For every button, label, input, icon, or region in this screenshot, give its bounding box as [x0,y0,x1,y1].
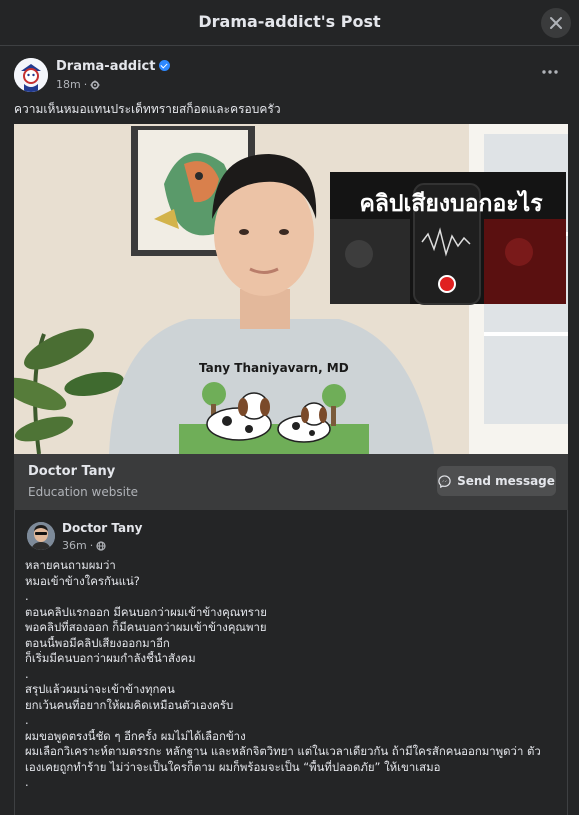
page-link-card[interactable]: Doctor Tany Education website Send messa… [14,454,568,510]
post-caption: ความเห็นหมอแทนประเด็ททรายสก็อตและครอบครั… [14,102,281,116]
send-message-label: Send message [457,474,555,488]
video-thumbnail[interactable]: คลิปเสียงบอกอะไร Tany Thaniyavarn, MD [14,124,568,454]
close-button[interactable] [541,8,571,38]
page-name[interactable]: Drama-addict [56,59,171,74]
post-text-line: หลายคนถามผมว่า [25,558,116,572]
more-icon [542,70,558,74]
post-text-line: ก็เริ่มมีคนบอกว่าผมกำลังชี้นำสังคม [25,651,196,665]
post-text-line: ยกเว้นคนที่อยากให้ผมคิดเหมือนตัวเองครับ [25,697,234,712]
post-text-line: หมอเข้าข้างใครกันแน่? [25,573,140,588]
page-name-label: Drama-addict [56,59,156,74]
page-avatar[interactable] [14,58,48,92]
modal-title: Drama-addict's Post [198,12,381,31]
post-time[interactable]: 18m [56,78,81,91]
post-text-line: ตอนนี้พอมีคลิปเสียงออกมาอีก [25,635,170,650]
post-text-line: เองเคยถูกทำร้าย ไม่ว่าจะเป็นใครก็ตาม ผมก… [25,759,441,774]
shared-author-avatar[interactable] [27,522,55,550]
post-header: Drama-addict 18m · [14,57,564,97]
post-text-line: ผมเลือกวิเคราะห์ตามตรรกะ หลักฐาน และหลัก… [25,744,541,758]
shared-author-name[interactable]: Doctor Tany [62,521,143,535]
post-text-line: สรุปแล้วผมน่าจะเข้าข้างทุกคน [25,682,175,696]
link-card-title[interactable]: Doctor Tany [28,464,115,479]
video-overlay-title: คลิปเสียงบอกอะไร [359,191,543,217]
post-text-line: . [25,713,29,727]
more-options-button[interactable] [538,63,562,83]
link-card-subtitle: Education website [28,485,139,499]
verified-badge-icon [159,60,171,71]
post-meta: 18m · [56,78,100,91]
shirt-name-text: Tany Thaniyavarn, MD [199,361,349,375]
shared-post-meta: 36m · [62,539,106,552]
send-message-button[interactable]: Send message [437,466,556,496]
post-text-line: . [25,775,29,789]
gear-icon [90,80,100,89]
post-text-line: . [25,666,29,681]
post-text-line: . [25,589,29,603]
post-text-line: พอคลิปที่สองออก ก็มีคนบอกว่าผมเข้าข้างคุ… [25,620,267,634]
shared-post-time[interactable]: 36m [62,539,87,552]
modal-header: Drama-addict's Post [0,0,579,46]
messenger-icon [438,474,451,488]
close-icon [550,17,562,29]
video-frame-illustration [14,124,568,454]
shared-post-body: หลายคนถามผมว่า หมอเข้าข้างใครกันแน่?. ตอนค… [25,558,565,791]
post-text-line: ผมขอพูดตรงนี้ชัด ๆ อีกครั้ง ผมไม่ได้เลือ… [25,728,246,743]
post-text-line: ตอนคลิปแรกออก มีคนบอกว่าผมเข้าข้างคุณทรา… [25,604,267,619]
globe-icon [96,540,106,551]
shared-post: Doctor Tany 36m · หลายคนถามผมว่า หมอเข้าข… [14,510,568,815]
